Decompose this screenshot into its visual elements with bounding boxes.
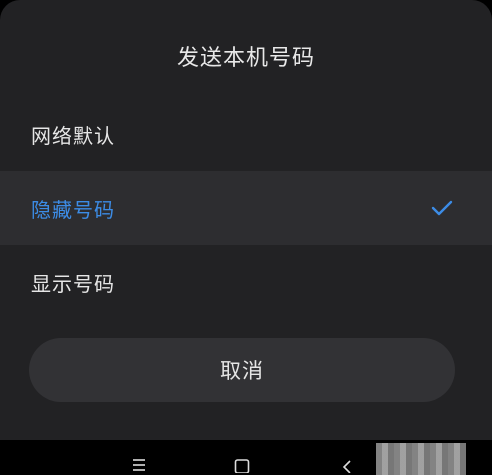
option-label: 网络默认	[31, 123, 115, 148]
pixelated-watermark	[376, 443, 466, 475]
option-hide-number[interactable]: 隐藏号码	[0, 171, 492, 245]
back-chevron-icon[interactable]	[337, 457, 357, 475]
option-label: 显示号码	[31, 271, 115, 296]
bottom-sheet-dialog: 发送本机号码 网络默认 隐藏号码 显示号码 取消	[0, 0, 492, 440]
check-icon	[430, 196, 454, 220]
cancel-button[interactable]: 取消	[29, 338, 455, 402]
menu-icon[interactable]	[129, 457, 149, 475]
home-square-icon[interactable]	[232, 457, 252, 475]
option-show-number[interactable]: 显示号码	[0, 245, 492, 319]
option-label: 隐藏号码	[31, 197, 115, 222]
option-network-default[interactable]: 网络默认	[0, 97, 492, 171]
dialog-title: 发送本机号码	[176, 46, 315, 71]
screen: 发送本机号码 网络默认 隐藏号码 显示号码 取消	[0, 0, 492, 475]
